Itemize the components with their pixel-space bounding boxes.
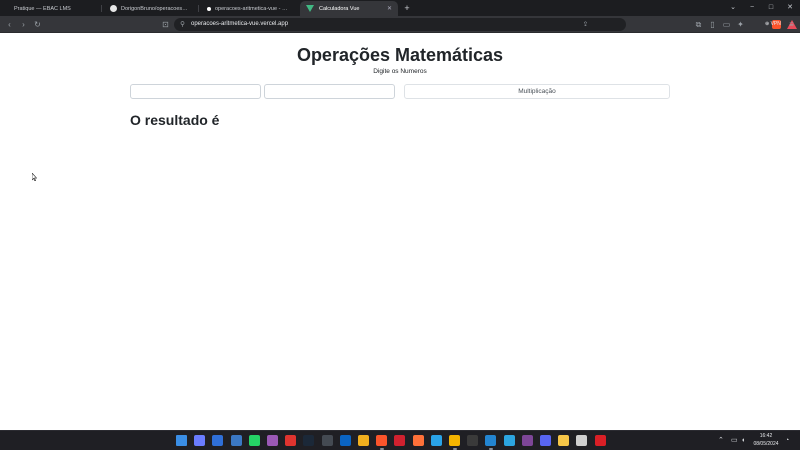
clock-time: 16:42 [759, 433, 773, 439]
extensions-icon[interactable]: ⧉ [693, 19, 704, 30]
page-subtitle: Digite os Numeros [373, 68, 427, 75]
address-bar[interactable]: ⚲ operacoes-aritmetica-vue.vercel.app ⇪ [174, 18, 797, 31]
number-input-2[interactable] [264, 84, 395, 99]
tab-label: Calculadora Vue [319, 5, 360, 12]
leo-icon[interactable]: ✦ [735, 19, 746, 30]
page-title: Operações Matemáticas [296, 45, 504, 65]
back-button[interactable]: ‹ [4, 19, 15, 30]
discord-icon[interactable] [540, 435, 551, 446]
epic-games-icon[interactable] [467, 435, 479, 446]
firefox-icon[interactable] [412, 435, 424, 446]
windows-start-icon[interactable] [176, 435, 187, 446]
volume-icon[interactable]: ◖ [741, 435, 745, 446]
github-desktop-icon[interactable] [576, 435, 588, 446]
windows-taskbar: ⌃ ▭ ◖ 16:42 08/05/2024 ◔ [0, 430, 800, 450]
tab-list-icon[interactable]: ⌄ [726, 2, 740, 14]
network-icon[interactable]: ▭ [731, 435, 738, 446]
url-text[interactable]: operacoes-aritmetica-vue.vercel.app [191, 18, 288, 31]
close-window-button[interactable]: ✕ [783, 2, 797, 14]
tab-ebac[interactable]: Pratique — EBAC LMS [8, 1, 100, 16]
bookmark-icon[interactable]: ⊡ [160, 19, 171, 30]
tray-overflow-icon[interactable]: ⌃ [718, 435, 724, 446]
tab-divider [101, 5, 102, 12]
outlook-icon[interactable] [339, 435, 351, 446]
mouse-cursor-icon [32, 173, 37, 181]
tab-label: Pratique — EBAC LMS [14, 5, 71, 12]
operation-select[interactable]: Multiplicação [404, 84, 670, 99]
github-icon [110, 5, 117, 12]
python-icon[interactable] [558, 435, 570, 446]
tab-github[interactable]: DorigonBruno/operacoes_aritmetica [104, 1, 196, 16]
wallet-icon[interactable]: ▭ [721, 19, 732, 30]
close-tab-icon[interactable]: ✕ [387, 5, 392, 12]
tab-label: operacoes-aritmetica-vue - Overview [215, 5, 291, 12]
clock-date: 08/05/2024 [753, 440, 779, 447]
file-explorer-icon[interactable] [358, 435, 369, 446]
tab-strip: Pratique — EBAC LMS DorigonBruno/operaco… [0, 0, 800, 16]
vercel-icon [207, 6, 211, 11]
store-icon[interactable] [230, 435, 242, 446]
vue-icon [306, 5, 314, 12]
share-icon[interactable]: ⇪ [580, 19, 591, 30]
edge-icon[interactable] [430, 435, 442, 446]
notification-bell-icon[interactable]: ◔ [785, 435, 789, 446]
minimize-button[interactable]: − [745, 2, 759, 14]
terminal-icon[interactable] [321, 435, 333, 446]
running-indicator [452, 448, 457, 450]
number-input-1[interactable] [130, 84, 261, 99]
clipchamp-icon[interactable] [267, 435, 278, 446]
whatsapp-icon[interactable] [248, 435, 260, 446]
browser-toolbar: ‹ › ↻ ⊡ ⚲ operacoes-aritmetica-vue.verce… [0, 16, 800, 33]
telegram-icon[interactable] [503, 435, 515, 446]
vpn-button[interactable]: ⊕ VPN [762, 19, 784, 30]
opera-gx-icon[interactable] [285, 435, 297, 446]
forward-button[interactable]: › [18, 19, 29, 30]
vscode-icon[interactable] [485, 435, 497, 446]
reload-button[interactable]: ↻ [32, 19, 43, 30]
running-indicator [379, 448, 384, 450]
tab-vercel[interactable]: operacoes-aritmetica-vue - Overview [201, 1, 297, 16]
new-tab-button[interactable]: + [401, 2, 413, 14]
menu-icon[interactable]: ≡ [786, 19, 797, 30]
tab-divider [198, 5, 199, 12]
steam-icon[interactable] [303, 435, 315, 446]
running-indicator [488, 448, 493, 450]
sidebar-icon[interactable]: ▯ [707, 19, 718, 30]
tor-icon[interactable] [521, 435, 533, 446]
site-info-icon[interactable]: ⚲ [177, 19, 188, 30]
brave-icon[interactable] [376, 435, 388, 446]
tab-calculadora-vue[interactable]: Calculadora Vue ✕ [300, 1, 398, 16]
page-viewport: Operações Matemáticas Digite os Numeros … [0, 33, 800, 430]
opera-icon[interactable] [394, 435, 406, 446]
result-heading: O resultado é [130, 112, 220, 128]
copilot-icon[interactable] [194, 435, 206, 446]
tab-label: DorigonBruno/operacoes_aritmetica [121, 5, 190, 12]
mail-icon[interactable] [212, 435, 224, 446]
adobe-icon[interactable] [594, 435, 606, 446]
chrome-icon[interactable] [449, 435, 460, 446]
maximize-button[interactable]: □ [764, 2, 778, 14]
system-clock[interactable]: 16:42 08/05/2024 [752, 433, 780, 448]
